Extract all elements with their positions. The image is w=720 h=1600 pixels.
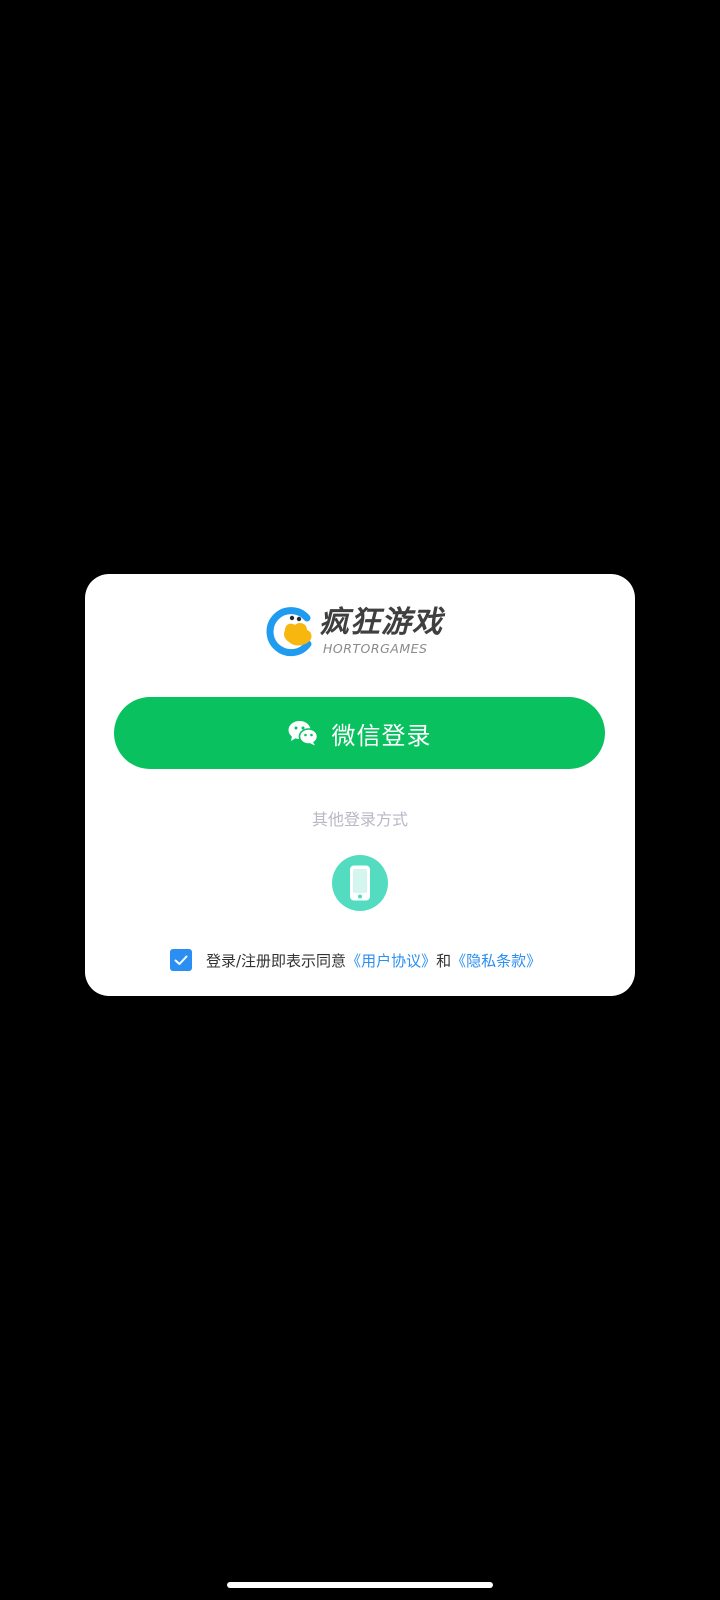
phone-login-button[interactable]: [332, 855, 388, 911]
hortor-logo-icon: [266, 607, 312, 657]
logo-name-en: HORTORGAMES: [323, 641, 428, 656]
wechat-icon: [288, 721, 318, 746]
user-agreement-link[interactable]: 《用户协议》: [346, 950, 436, 971]
checkmark-icon: [174, 955, 188, 965]
privacy-policy-link[interactable]: 《隐私条款》: [451, 950, 541, 971]
wechat-login-button[interactable]: 微信登录: [114, 697, 605, 769]
login-dialog: 疯狂游戏 HORTORGAMES 微信登录 其他登录方式 登录/注册即表示同意 …: [85, 574, 635, 996]
logo-name-cn: 疯狂游戏: [319, 605, 443, 640]
phone-icon: [350, 865, 370, 901]
agreement-checkbox[interactable]: [170, 949, 192, 971]
other-login-label: 其他登录方式: [311, 810, 408, 829]
wechat-login-label: 微信登录: [331, 721, 432, 750]
screen: 疯狂游戏 HORTORGAMES 微信登录 其他登录方式 登录/注册即表示同意 …: [0, 0, 720, 1600]
agreement-prefix: 登录/注册即表示同意: [206, 951, 347, 970]
agreement-and: 和: [436, 951, 452, 970]
home-indicator[interactable]: [227, 1582, 493, 1588]
agreement-row: 登录/注册即表示同意 《用户协议》 和 《隐私条款》: [170, 948, 541, 972]
hortor-games-logo: 疯狂游戏 HORTORGAMES: [263, 604, 449, 662]
